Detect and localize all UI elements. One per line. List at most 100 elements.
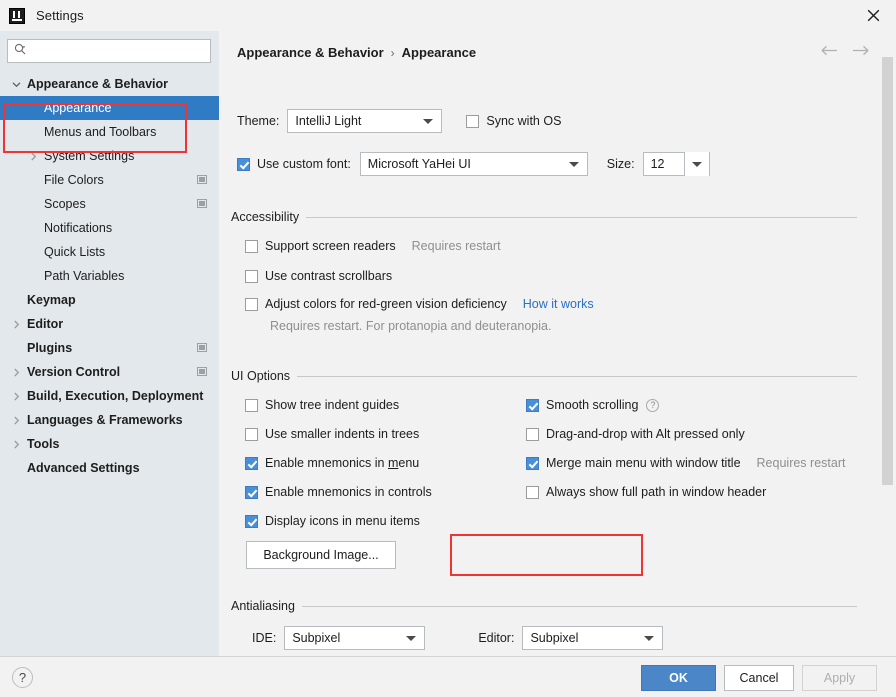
sidebar-item-version-control[interactable]: Version Control (0, 360, 219, 384)
support-screen-readers-row: Support screen readers Requires restart (245, 239, 501, 253)
dialog-footer: ? OK Cancel Apply (0, 656, 896, 697)
smooth-scrolling-row: Smooth scrolling ? (526, 398, 660, 412)
search-icon (14, 43, 27, 59)
adjust-colors-label: Adjust colors for red-green vision defic… (265, 297, 507, 311)
support-screen-readers-checkbox[interactable] (245, 239, 258, 253)
arrow-right-icon[interactable] (852, 45, 869, 59)
sidebar-item-menus-and-toolbars[interactable]: Menus and Toolbars (0, 120, 219, 144)
sidebar-item-plugins[interactable]: Plugins (0, 336, 219, 360)
drag-and-drop-alt-checkbox[interactable] (526, 427, 539, 441)
breadcrumb-parent[interactable]: Appearance & Behavior (237, 45, 384, 60)
sidebar-item-quick-lists[interactable]: Quick Lists (0, 240, 219, 264)
merge-main-menu-checkbox[interactable] (526, 456, 539, 470)
content-scrollbar[interactable] (882, 57, 893, 657)
sidebar-item-advanced-settings[interactable]: Advanced Settings (0, 456, 219, 480)
always-show-full-path-row: Always show full path in window header (526, 485, 766, 499)
apply-button[interactable]: Apply (802, 665, 877, 691)
show-tree-indent-guides-checkbox[interactable] (245, 398, 258, 412)
sidebar-item-languages-frameworks[interactable]: Languages & Frameworks (0, 408, 219, 432)
use-smaller-indents-checkbox[interactable] (245, 427, 258, 441)
display-icons-menu-label: Display icons in menu items (265, 514, 420, 528)
ide-antialiasing-combobox[interactable]: Subpixel (284, 626, 426, 650)
theme-value: IntelliJ Light (295, 114, 362, 128)
chevron-down-icon[interactable] (10, 78, 23, 91)
scrollbar-thumb[interactable] (882, 57, 893, 485)
always-show-full-path-checkbox[interactable] (526, 485, 539, 499)
accessibility-hint-row: Requires restart. For protanopia and deu… (270, 319, 551, 333)
accessibility-hint: Requires restart. For protanopia and deu… (270, 319, 552, 333)
sidebar-item-build-execution-deployment[interactable]: Build, Execution, Deployment (0, 384, 219, 408)
close-icon[interactable] (850, 0, 896, 31)
ui-options-section-header: UI Options (231, 369, 857, 383)
use-custom-font-checkbox[interactable] (237, 157, 250, 171)
merge-main-menu-row: Merge main menu with window title Requir… (526, 456, 845, 470)
chevron-right-icon[interactable] (10, 438, 23, 451)
show-tree-indent-guides-label: Show tree indent guides (265, 398, 400, 412)
sidebar-item-appearance[interactable]: Appearance (0, 96, 219, 120)
section-divider (306, 216, 857, 218)
use-contrast-scrollbars-label: Use contrast scrollbars (265, 269, 393, 283)
sidebar-item-label: Advanced Settings (27, 461, 140, 475)
title-bar: Settings (0, 0, 896, 32)
arrow-left-icon[interactable] (821, 45, 838, 59)
accessibility-section-header: Accessibility (231, 210, 857, 224)
show-tree-indent-guides-row: Show tree indent guides (245, 398, 399, 412)
antialiasing-title: Antialiasing (231, 599, 295, 613)
chevron-right-icon[interactable] (10, 390, 23, 403)
smooth-scrolling-label: Smooth scrolling (546, 398, 639, 412)
chevron-right-icon[interactable] (10, 366, 23, 379)
drag-and-drop-alt-label: Drag-and-drop with Alt pressed only (546, 427, 745, 441)
chevron-right-icon[interactable] (10, 414, 23, 427)
ok-button[interactable]: OK (641, 665, 716, 691)
theme-label: Theme: (237, 114, 280, 128)
antialiasing-section-header: Antialiasing (231, 599, 857, 613)
sidebar-item-scopes[interactable]: Scopes (0, 192, 219, 216)
chevron-down-icon (644, 636, 655, 641)
sidebar-item-path-variables[interactable]: Path Variables (0, 264, 219, 288)
intellij-idea-icon (9, 7, 25, 24)
help-icon[interactable]: ? (12, 667, 33, 688)
how-it-works-link[interactable]: How it works (523, 297, 594, 311)
search-input[interactable] (31, 43, 195, 59)
chevron-right-icon[interactable] (10, 318, 23, 331)
drag-and-drop-alt-row: Drag-and-drop with Alt pressed only (526, 427, 745, 441)
help-icon[interactable]: ? (646, 398, 660, 412)
sync-with-os-checkbox[interactable] (466, 114, 480, 128)
theme-combobox[interactable]: IntelliJ Light (287, 109, 443, 133)
chevron-down-icon[interactable] (683, 152, 709, 176)
editor-antialiasing-combobox[interactable]: Subpixel (522, 626, 664, 650)
settings-sidebar: Appearance & Behavior Appearance Menus and… (0, 31, 219, 656)
breadcrumb: Appearance & Behavior › Appearance (237, 45, 476, 60)
adjust-colors-checkbox[interactable] (245, 297, 258, 311)
breadcrumb-separator-icon: › (390, 45, 395, 60)
cancel-button[interactable]: Cancel (724, 665, 794, 691)
enable-mnemonics-menu-checkbox[interactable] (245, 456, 258, 470)
search-box[interactable] (7, 39, 211, 63)
sidebar-item-keymap[interactable]: Keymap (0, 288, 219, 312)
accessibility-title: Accessibility (231, 210, 300, 224)
sidebar-item-label: Notifications (44, 221, 113, 235)
chevron-right-icon[interactable] (27, 150, 40, 163)
use-contrast-scrollbars-checkbox[interactable] (245, 269, 258, 283)
sidebar-item-tools[interactable]: Tools (0, 432, 219, 456)
sidebar-item-editor[interactable]: Editor (0, 312, 219, 336)
font-family-combobox[interactable]: Microsoft YaHei UI (359, 152, 588, 176)
sidebar-item-label: System Settings (44, 149, 135, 163)
enable-mnemonics-controls-checkbox[interactable] (245, 485, 258, 499)
sidebar-item-file-colors[interactable]: File Colors (0, 168, 219, 192)
smooth-scrolling-checkbox[interactable] (526, 398, 539, 412)
theme-row: Theme: IntelliJ Light Sync with OS (237, 109, 561, 133)
sidebar-item-system-settings[interactable]: System Settings (0, 144, 219, 168)
editor-antialiasing-label: Editor: (478, 631, 515, 645)
ide-antialiasing-label: IDE: (252, 631, 277, 645)
sidebar-item-appearance-behavior[interactable]: Appearance & Behavior (0, 72, 219, 96)
display-icons-menu-checkbox[interactable] (245, 514, 258, 528)
font-size-combobox[interactable]: 12 (642, 152, 710, 176)
use-custom-font-label: Use custom font: (257, 157, 351, 171)
chevron-down-icon (423, 119, 434, 124)
settings-dialog: Settings Appearance & Behavior Appearance… (0, 0, 896, 697)
sidebar-item-notifications[interactable]: Notifications (0, 216, 219, 240)
background-image-button[interactable]: Background Image... (246, 541, 396, 569)
enable-mnemonics-menu-row: Enable mnemonics in menu (245, 456, 419, 470)
support-screen-readers-label: Support screen readers (265, 239, 396, 253)
